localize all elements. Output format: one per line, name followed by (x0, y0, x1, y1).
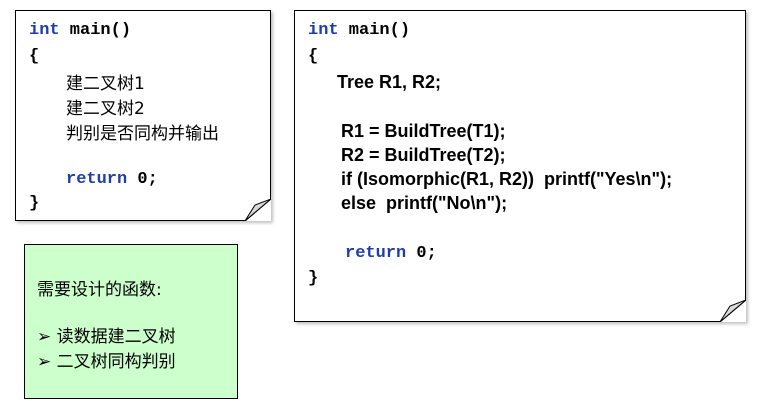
left-signature: int main() (29, 21, 131, 40)
left-step-judge-output: 判别是否同构并输出 (66, 124, 219, 144)
note-item-2: ➢ 二叉树同构判别 (37, 347, 176, 372)
left-return-value: 0; (127, 170, 158, 189)
left-code-card: int main() { 建二叉树1 建二叉树2 判别是否同构并输出 retur… (15, 10, 271, 221)
right-return-statement: return 0; (345, 244, 437, 263)
right-return-value: 0; (406, 244, 437, 263)
left-return-statement: return 0; (66, 170, 158, 189)
left-brace-close: } (29, 194, 40, 213)
right-build-tree-r1: R1 = BuildTree(T1); (341, 121, 506, 141)
functions-note-box: 需要设计的函数: ➢ 读数据建二叉树 ➢ 二叉树同构判别 (24, 244, 238, 399)
left-int-keyword: int (29, 21, 60, 40)
left-step-build-tree-1: 建二叉树1 (66, 74, 145, 94)
right-tree-declaration: Tree R1, R2; (337, 72, 442, 92)
page-fold-icon (720, 300, 746, 322)
right-signature: int main() (308, 21, 410, 40)
right-brace-open: { (308, 47, 319, 66)
note-title: 需要设计的函数: (37, 280, 162, 300)
right-isomorphic-check: if (Isomorphic(R1, R2)) printf("Yes\n"); (341, 169, 673, 189)
right-main-text: main() (338, 21, 411, 40)
right-code-card: int main() { Tree R1, R2; R1 = BuildTree… (294, 10, 746, 322)
right-brace-close: } (308, 269, 319, 288)
note-item-2-text: 二叉树同构判别 (56, 352, 176, 372)
note-item-1: ➢ 读数据建二叉树 (37, 322, 176, 347)
left-return-keyword: return (66, 170, 128, 189)
left-step-build-tree-2: 建二叉树2 (66, 99, 145, 119)
bullet-arrow-icon: ➢ (37, 352, 52, 372)
page-fold-icon (245, 199, 271, 221)
right-build-tree-r2: R2 = BuildTree(T2); (341, 145, 506, 165)
left-main-text: main() (59, 21, 132, 40)
right-else-branch: else printf("No\n"); (341, 193, 508, 213)
bullet-arrow-icon: ➢ (37, 327, 52, 347)
right-int-keyword: int (308, 21, 339, 40)
note-item-1-text: 读数据建二叉树 (56, 327, 176, 347)
right-return-keyword: return (345, 244, 407, 263)
left-brace-open: { (29, 47, 40, 66)
